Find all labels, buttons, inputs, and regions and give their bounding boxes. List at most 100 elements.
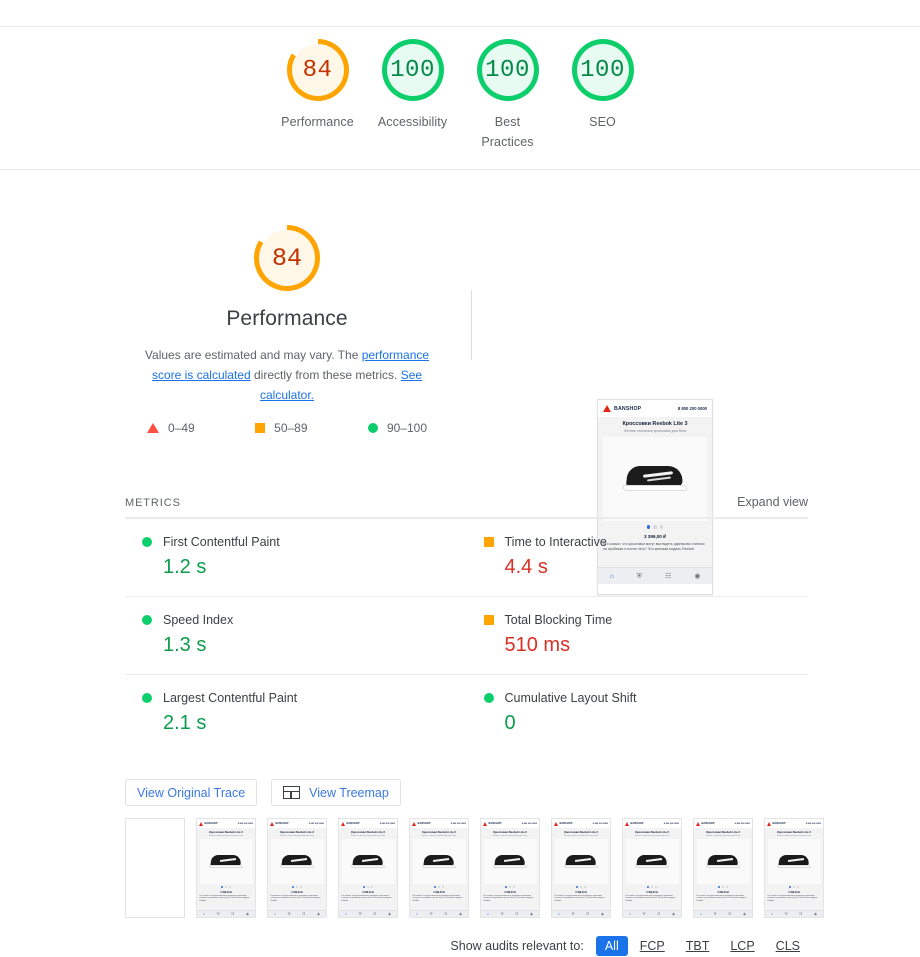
mini-brand: BANSHOP [559, 822, 573, 825]
mini-bottom-nav: ⌂ ⛨ ☷ ◉ [552, 910, 610, 917]
mini-site-header: BANSHOP 8 800 200 0000 [410, 819, 468, 828]
view-treemap-button[interactable]: View Treemap [271, 779, 401, 806]
banshop-logo-icon [554, 821, 558, 826]
filmstrip-frame[interactable]: BANSHOP 8 800 200 0000 Кроссовки Reebok Li… [622, 818, 682, 918]
audits-filter-chip-lcp[interactable]: LCP [721, 936, 763, 956]
filmstrip-frame[interactable]: BANSHOP 8 800 200 0000 Кроссовки Reebok Li… [764, 818, 824, 918]
sneaker-image [209, 854, 243, 870]
mini-site-header: BANSHOP 8 800 200 0000 [623, 819, 681, 828]
audits-filter-chip-tbt[interactable]: TBT [677, 936, 719, 956]
audits-filter-chip-cls[interactable]: CLS [767, 936, 809, 956]
cart-icon: ⛨ [500, 912, 504, 917]
home-icon: ⌂ [699, 912, 703, 917]
mini-product-image [412, 839, 466, 884]
metrics-header: METRICS Expand view [125, 495, 808, 509]
mini-price: 3 399,00 ₽ [788, 890, 800, 894]
mini-body: Кроссовки Reebok Lite 3 Летние стильные к… [481, 828, 539, 910]
audits-filter-label: Show audits relevant to: [450, 939, 584, 953]
filmstrip-frame[interactable]: BANSHOP 8 800 200 0000 Кроссовки Reebok Li… [480, 818, 540, 918]
score-item-performance[interactable]: 84 Performance [270, 39, 365, 132]
square-icon [483, 615, 494, 625]
filmstrip-frame[interactable]: BANSHOP 8 800 200 0000 Кроссовки Reebok Li… [338, 818, 398, 918]
mini-bottom-nav: ⌂ ⛨ ☷ ◉ [197, 910, 255, 917]
sneaker-image [422, 854, 456, 870]
mini-brand: BANSHOP [204, 822, 218, 825]
mini-phone: 8 800 200 0000 [379, 822, 395, 825]
metric-row: Cumulative Layout Shift [483, 691, 809, 705]
score-item-best-practices[interactable]: 100 Best Practices [460, 39, 555, 152]
audits-filter-chip-all[interactable]: All [595, 936, 628, 956]
score-gauge: 100 [381, 39, 444, 101]
home-icon: ⌂ [557, 912, 561, 917]
home-icon: ⌂ [273, 912, 277, 917]
help-icon: ◉ [672, 912, 676, 917]
metrics-title: METRICS [125, 497, 181, 509]
mini-bottom-nav: ⌂ ⛨ ☷ ◉ [623, 910, 681, 917]
metric-item[interactable]: Speed Index 1.3 s [125, 596, 467, 674]
metric-row: Largest Contentful Paint [142, 691, 467, 705]
mini-product-subtitle: Летние стильные кроссовки для бега [705, 835, 741, 837]
banshop-logo-icon [412, 821, 416, 826]
metric-item[interactable]: Cumulative Layout Shift 0 [466, 674, 809, 752]
performance-gauge-score: 84 [271, 243, 302, 273]
preview-phone: 8 800 200 0000 [677, 406, 707, 411]
expand-view-button[interactable]: Expand view [737, 495, 808, 509]
mini-brand: BANSHOP [772, 822, 786, 825]
mini-product-image [483, 839, 537, 884]
metric-name: Total Blocking Time [504, 613, 613, 627]
mini-body: Кроссовки Reebok Lite 3 Летние стильные к… [694, 828, 752, 910]
metric-name: Speed Index [163, 613, 234, 627]
mini-site-header: BANSHOP 8 800 200 0000 [552, 819, 610, 828]
home-icon: ⌂ [344, 912, 348, 917]
audits-filter-chip-fcp[interactable]: FCP [631, 936, 674, 956]
banshop-logo-icon [341, 821, 345, 826]
desc-text-2: directly from these metrics. [250, 368, 401, 382]
chat-icon: ☷ [657, 912, 661, 917]
preview-product-subtitle: Летние стильные кроссовки для бега [624, 429, 686, 433]
help-icon: ◉ [814, 912, 818, 917]
metric-item[interactable]: Largest Contentful Paint 2.1 s [125, 674, 467, 752]
sneaker-image [777, 854, 811, 870]
score-item-accessibility[interactable]: 100 Accessibility [365, 39, 460, 132]
filmstrip-frame[interactable]: BANSHOP 8 800 200 0000 Кроссовки Reebok Li… [551, 818, 611, 918]
metric-item[interactable]: Total Blocking Time 510 ms [466, 596, 808, 674]
preview-product-title: Кроссовки Reebok Lite 3 [622, 421, 688, 427]
metric-name: Time to Interactive [504, 535, 607, 549]
filmstrip-frame[interactable]: BANSHOP 8 800 200 0000 Кроссовки Reebok Li… [267, 818, 327, 918]
legend-range: 90–100 [386, 421, 427, 435]
help-icon: ◉ [601, 912, 605, 917]
preview-site-header: BANSHOP 8 800 200 0000 [598, 400, 712, 417]
mini-phone: 8 800 200 0000 [805, 822, 821, 825]
mini-product-title: Кроссовки Reebok Lite 3 [422, 830, 456, 834]
mini-product-image [341, 839, 395, 884]
mini-brand: BANSHOP [346, 822, 360, 825]
view-original-trace-button[interactable]: View Original Trace [125, 779, 258, 806]
mini-body: Кроссовки Reebok Lite 3 Летние стильные к… [410, 828, 468, 910]
mini-body: Кроссовки Reebok Lite 3 Летние стильные к… [765, 828, 823, 910]
mini-product-title: Кроссовки Reebok Lite 3 [280, 830, 314, 834]
mini-body-text: Кто сказал, что кроссовки могут выглядет… [696, 894, 747, 902]
mini-brand: BANSHOP [488, 822, 502, 825]
metric-item[interactable]: First Contentful Paint 1.2 s [125, 518, 467, 596]
cart-icon: ⛨ [571, 912, 575, 917]
cart-icon: ⛨ [642, 912, 646, 917]
desc-text-1: Values are estimated and may vary. The [144, 348, 362, 362]
metric-value: 1.2 s [163, 556, 207, 578]
score-value: 84 [302, 56, 333, 84]
mini-phone: 8 800 200 0000 [734, 822, 750, 825]
cart-icon: ⛨ [287, 912, 291, 917]
mini-product-image [554, 839, 608, 884]
metric-item[interactable]: Time to Interactive 4.4 s [466, 518, 808, 596]
score-label: Best Practices [481, 115, 534, 149]
filmstrip-frame[interactable] [125, 818, 185, 918]
banshop-logo-icon [696, 821, 700, 826]
performance-summary: 84 Performance Values are estimated and … [131, 225, 443, 435]
score-gauge: 100 [571, 39, 634, 101]
mini-product-title: Кроссовки Reebok Lite 3 [635, 830, 669, 834]
filmstrip-frame[interactable]: BANSHOP 8 800 200 0000 Кроссовки Reebok Li… [693, 818, 753, 918]
score-value: 100 [485, 56, 530, 84]
score-item-seo[interactable]: 100 SEO [555, 39, 650, 132]
cart-icon: ⛨ [358, 912, 362, 917]
filmstrip-frame[interactable]: BANSHOP 8 800 200 0000 Кроссовки Reebok Li… [196, 818, 256, 918]
filmstrip-frame[interactable]: BANSHOP 8 800 200 0000 Кроссовки Reebok Li… [409, 818, 469, 918]
